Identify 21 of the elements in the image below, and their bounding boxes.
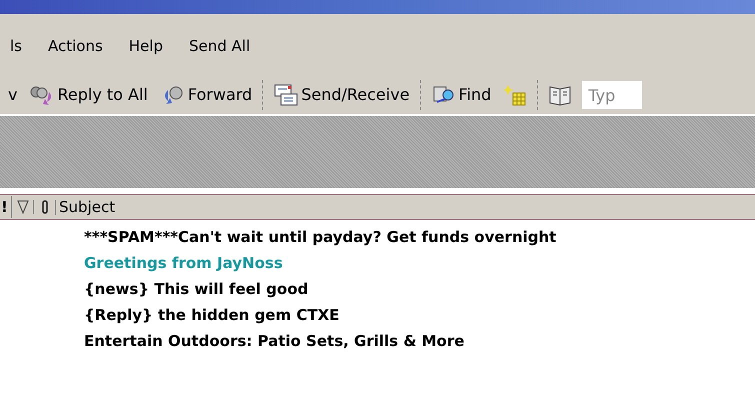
column-header[interactable]: !: [0, 196, 12, 218]
column-header[interactable]: Subject: [56, 196, 755, 218]
toolbar-button[interactable]: Forward: [158, 80, 254, 110]
paperclip-icon: [40, 200, 50, 214]
message-subject[interactable]: {news} This will feel good: [84, 276, 755, 302]
toolbar-button[interactable]: Reply to All: [25, 80, 150, 110]
toolbar-button[interactable]: Send/Receive: [271, 80, 412, 110]
search-field[interactable]: Typ: [582, 81, 642, 109]
message-subject[interactable]: {Reply} the hidden gem CTXE: [84, 302, 755, 328]
menu-item[interactable]: Actions: [48, 34, 103, 58]
grid-sparkle-icon: [503, 83, 528, 107]
menu-item[interactable]: Help: [128, 34, 163, 58]
documents-icon: [273, 83, 300, 107]
menu-item[interactable]: ls: [10, 34, 22, 58]
toolbar-label: v: [8, 84, 18, 106]
flag-icon: [16, 200, 28, 214]
open-book-icon: [548, 84, 572, 106]
message-subject[interactable]: Entertain Outdoors: Patio Sets, Grills & More: [84, 328, 755, 354]
message-subject[interactable]: ***SPAM***Can't wait until payday? Get funds overnight: [84, 224, 755, 250]
toolbar-button[interactable]: Find: [428, 80, 494, 110]
menu-item[interactable]: Send All: [188, 34, 250, 58]
